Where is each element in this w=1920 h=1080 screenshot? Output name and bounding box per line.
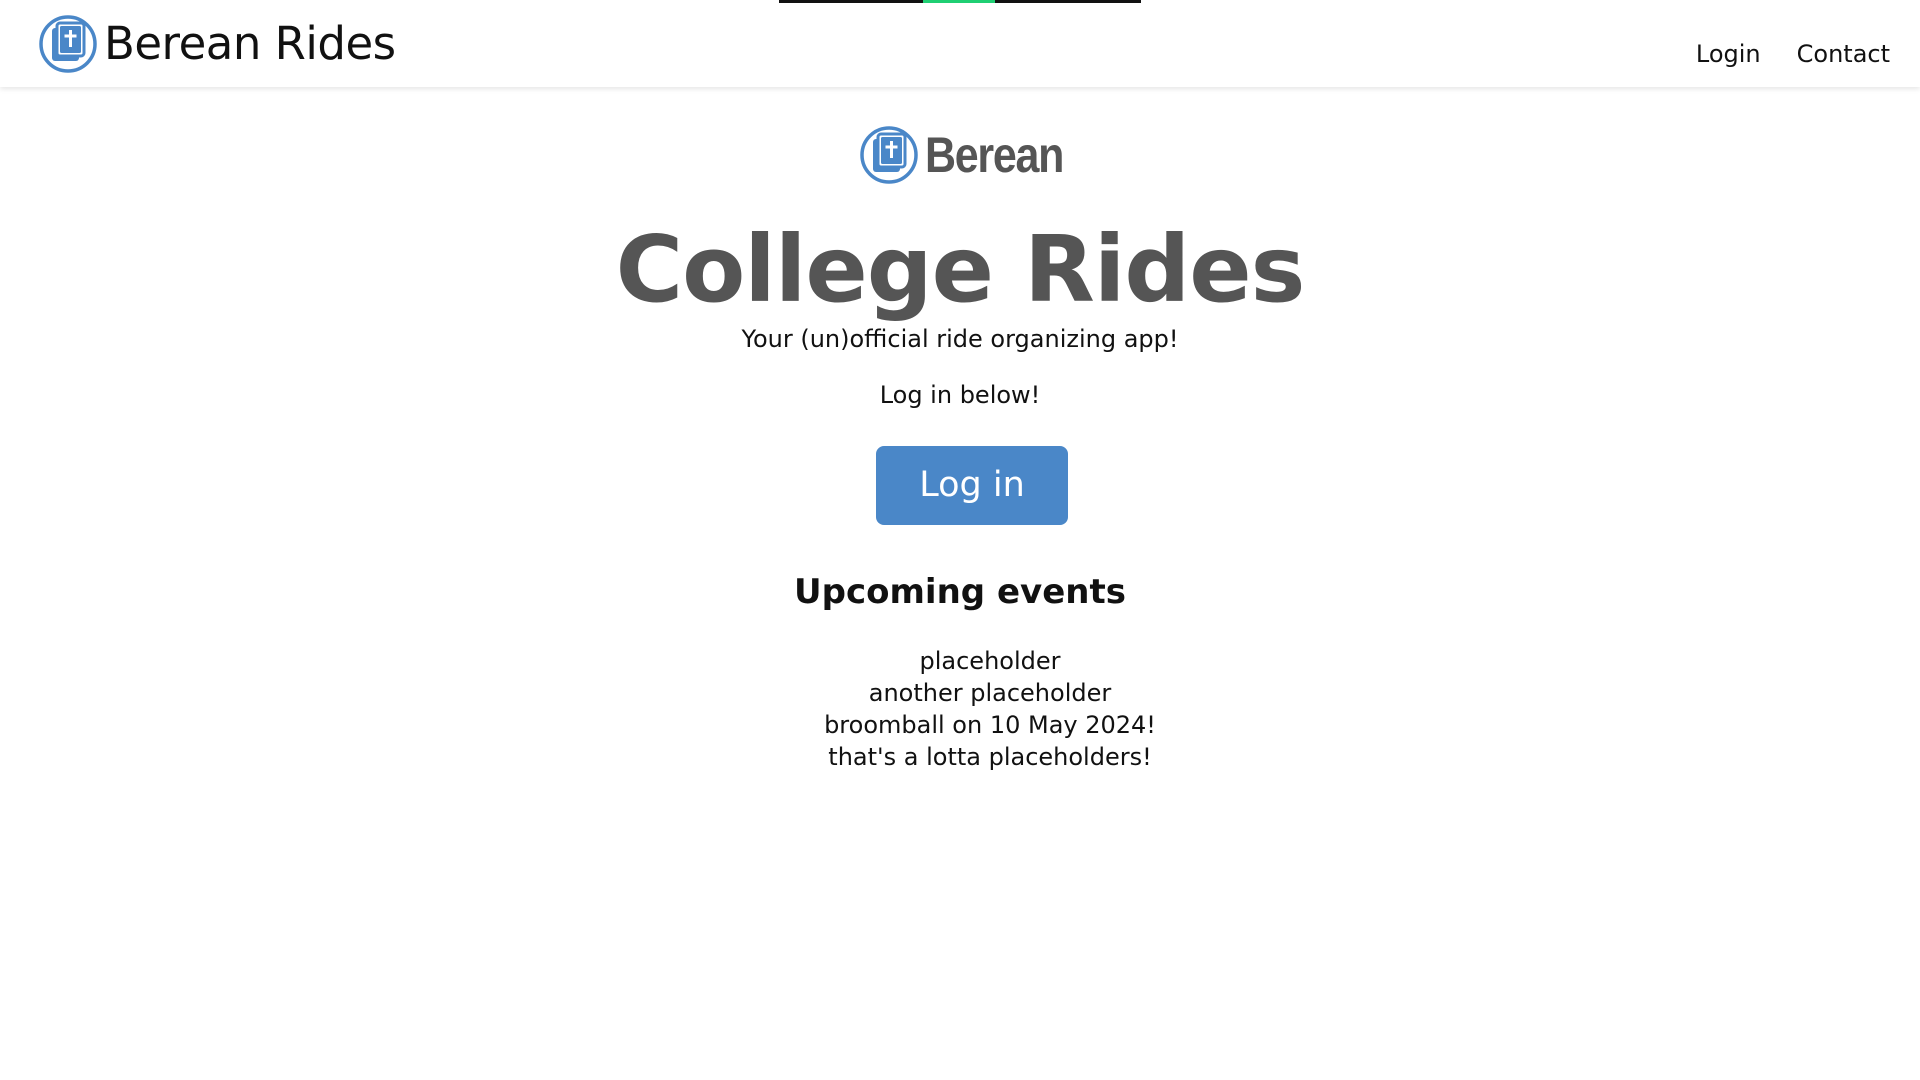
brand-name: Berean Rides bbox=[104, 17, 396, 70]
event-item: broomball on 10 May 2024! bbox=[824, 711, 1156, 739]
events-list: placeholder another placeholder broombal… bbox=[0, 645, 1920, 773]
navbar: Berean Rides Login Contact bbox=[0, 0, 1920, 87]
page-title: College Rides bbox=[615, 216, 1306, 323]
hero-logo: Berean bbox=[859, 124, 1086, 186]
login-button[interactable]: Log in bbox=[876, 446, 1068, 525]
loading-bar-fill bbox=[923, 0, 995, 3]
tagline: Your (un)official ride organizing app! bbox=[741, 325, 1179, 353]
bible-logo-icon bbox=[860, 126, 918, 184]
nav-links: Login Contact bbox=[1696, 38, 1890, 70]
brand-link[interactable]: Berean Rides bbox=[38, 12, 396, 76]
loading-bar bbox=[779, 0, 1141, 3]
event-item: placeholder bbox=[919, 647, 1061, 675]
hero-logo-text: Berean bbox=[925, 127, 1064, 183]
nav-login-link[interactable]: Login bbox=[1696, 38, 1761, 70]
nav-contact-link[interactable]: Contact bbox=[1797, 38, 1890, 70]
bible-logo-icon bbox=[39, 15, 97, 73]
main-content: Berean College Rides Your (un)official r… bbox=[0, 87, 1920, 1080]
events-heading: Upcoming events bbox=[794, 572, 1126, 612]
event-item: that's a lotta placeholders! bbox=[828, 743, 1152, 771]
event-item: another placeholder bbox=[868, 679, 1112, 707]
login-prompt: Log in below! bbox=[879, 381, 1041, 409]
